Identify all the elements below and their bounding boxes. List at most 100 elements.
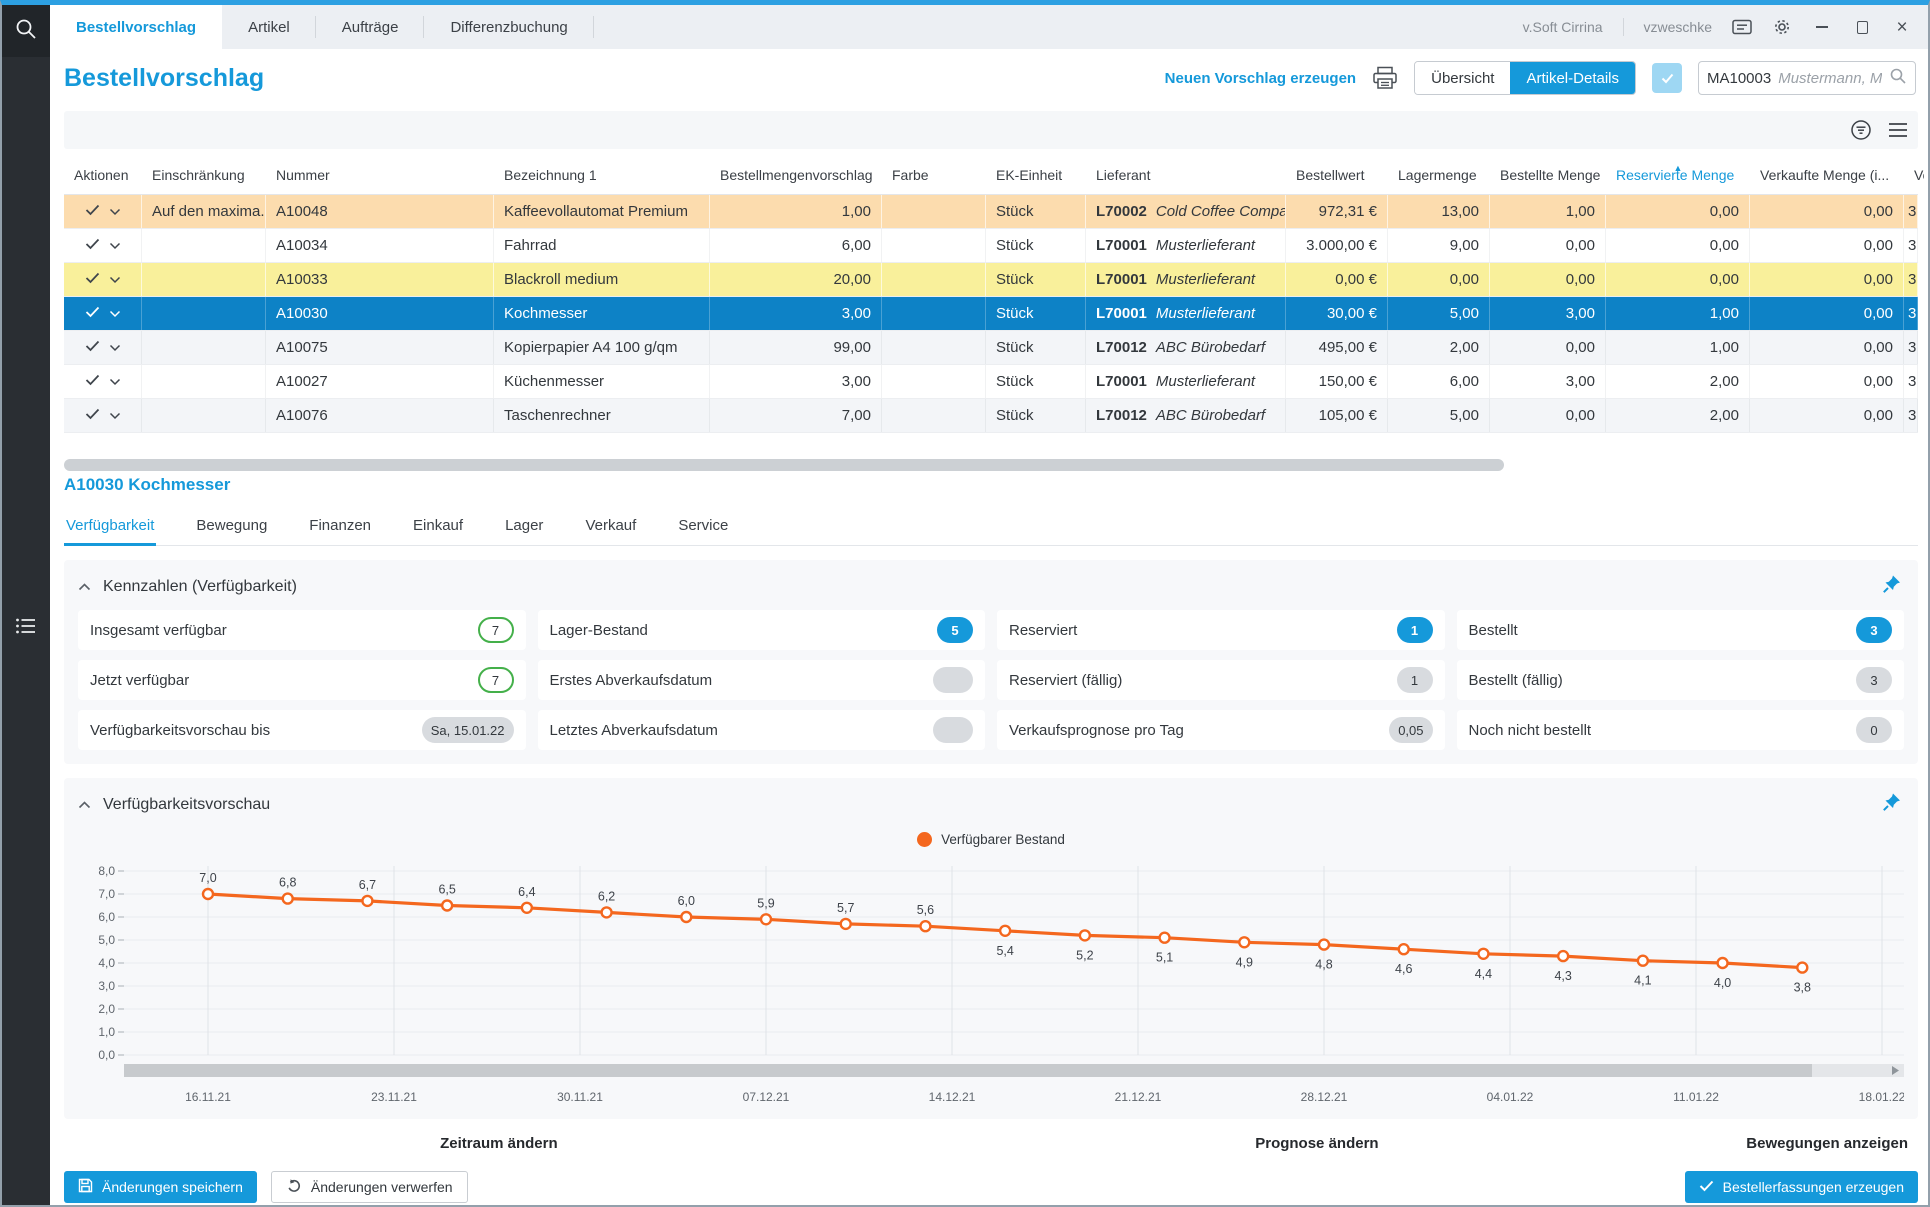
column-header-10[interactable]: Lagermenge	[1388, 167, 1490, 183]
column-header-7[interactable]: EK-Einheit	[986, 167, 1086, 183]
row-accept-icon[interactable]	[85, 237, 100, 254]
table-row-A10030[interactable]: A10030Kochmesser3,00StückL70001Musterlie…	[64, 297, 1918, 331]
prognose-aendern-button[interactable]: Prognose ändern	[1255, 1135, 1378, 1152]
cell: L70001Musterlieferant	[1086, 365, 1286, 398]
detail-tab-verkauf[interactable]: Verkauf	[583, 509, 638, 545]
row-accept-icon[interactable]	[85, 271, 100, 288]
row-expand-icon[interactable]	[109, 305, 121, 322]
row-accept-icon[interactable]	[85, 373, 100, 390]
availability-forecast-chart: 0,01,02,03,04,05,06,07,08,016.11.2123.11…	[78, 855, 1904, 1105]
detail-tab-lager[interactable]: Lager	[503, 509, 545, 545]
column-header-2[interactable]: Einschränkung	[142, 167, 266, 183]
detail-link-checkbox[interactable]	[1652, 63, 1682, 93]
filter-builder-icon[interactable]	[1850, 119, 1872, 141]
tab-differenzbuchung[interactable]: Differenzbuchung	[424, 5, 593, 49]
collapse-chevron-icon[interactable]	[78, 801, 91, 809]
table-row-A10034[interactable]: A10034Fahrrad6,00StückL70001Musterliefer…	[64, 229, 1918, 263]
new-proposal-link[interactable]: Neuen Vorschlag erzeugen	[1165, 70, 1356, 87]
vorschau-card: Verfügbarkeitsvorschau Verfügbarer Besta…	[64, 778, 1918, 1119]
chat-icon[interactable]	[1732, 17, 1752, 37]
stat-label: Jetzt verfügbar	[90, 672, 189, 689]
row-accept-icon[interactable]	[85, 305, 100, 322]
cell	[142, 365, 266, 398]
stat-label: Noch nicht bestellt	[1469, 722, 1592, 739]
discard-changes-button[interactable]: Änderungen verwerfen	[271, 1171, 468, 1203]
table-row-A10033[interactable]: A10033Blackroll medium20,00StückL70001Mu…	[64, 263, 1918, 297]
column-chooser-icon[interactable]	[1888, 122, 1908, 138]
table-row-A10027[interactable]: A10027Küchenmesser3,00StückL70001Musterl…	[64, 365, 1918, 399]
stat-value-badge: 7	[478, 667, 514, 693]
row-expand-icon[interactable]	[109, 407, 121, 424]
tab-bestellvorschlag[interactable]: Bestellvorschlag	[50, 5, 222, 49]
save-icon	[78, 1178, 93, 1196]
cell: 972,31 €	[1286, 195, 1388, 228]
column-header-11[interactable]: Bestellte Menge	[1490, 167, 1606, 183]
column-header-12[interactable]: Reservierte Menge▲	[1606, 167, 1750, 183]
cell: 0,00	[1750, 297, 1904, 330]
detail-tab-einkauf[interactable]: Einkauf	[411, 509, 465, 545]
settings-gear-icon[interactable]	[1772, 17, 1792, 37]
collapse-chevron-icon[interactable]	[78, 583, 91, 591]
column-header-1[interactable]: Aktionen	[64, 167, 142, 183]
scrollbar-thumb[interactable]	[64, 459, 1504, 471]
column-header-6[interactable]: Farbe	[882, 167, 986, 183]
bewegungen-anzeigen-button[interactable]: Bewegungen anzeigen	[1746, 1135, 1908, 1152]
row-expand-icon[interactable]	[109, 271, 121, 288]
svg-text:6,0: 6,0	[678, 894, 695, 908]
column-header-9[interactable]: Bestellwert	[1286, 167, 1388, 183]
pin-icon[interactable]	[1882, 792, 1902, 817]
detail-title: A10030 Kochmesser	[64, 475, 1918, 495]
employee-search-input[interactable]: MA10003 Mustermann, Max	[1698, 61, 1916, 95]
main-column: BestellvorschlagArtikelAufträgeDifferenz…	[50, 5, 1928, 1205]
zeitraum-aendern-button[interactable]: Zeitraum ändern	[440, 1135, 558, 1152]
search-icon[interactable]	[1889, 67, 1907, 89]
table-row-A10048[interactable]: Auf den maxima...A10048Kaffeevollautomat…	[64, 195, 1918, 229]
row-expand-icon[interactable]	[109, 373, 121, 390]
legend-label: Verfügbarer Bestand	[941, 832, 1065, 847]
detail-tab-verfügbarkeit[interactable]: Verfügbarkeit	[64, 509, 156, 545]
column-header-4[interactable]: Bezeichnung 1	[494, 167, 710, 183]
row-accept-icon[interactable]	[85, 339, 100, 356]
table-row-A10075[interactable]: A10075Kopierpapier A4 100 g/qm99,00Stück…	[64, 331, 1918, 365]
minimize-button[interactable]	[1812, 17, 1832, 37]
check-icon	[1699, 1179, 1714, 1195]
detail-tab-finanzen[interactable]: Finanzen	[307, 509, 373, 545]
close-button[interactable]: ×	[1892, 17, 1912, 37]
row-expand-icon[interactable]	[109, 339, 121, 356]
tab-artikel[interactable]: Artikel	[222, 5, 316, 49]
cell: 150,00 €	[1286, 365, 1388, 398]
stat-row: Jetzt verfügbar 7	[78, 660, 526, 700]
column-header-14[interactable]: Vo	[1904, 167, 1924, 183]
rail-list-button[interactable]	[2, 617, 50, 640]
cell: 20,00	[710, 263, 882, 296]
table-row-A10076[interactable]: A10076Taschenrechner7,00StückL70012ABC B…	[64, 399, 1918, 433]
column-header-5[interactable]: Bestellmengenvorschlag	[710, 167, 882, 183]
row-expand-icon[interactable]	[109, 203, 121, 220]
undo-icon	[286, 1178, 302, 1197]
tab-aufträge[interactable]: Aufträge	[316, 5, 425, 49]
cell: 0,00	[1750, 263, 1904, 296]
column-header-8[interactable]: Lieferant	[1086, 167, 1286, 183]
cell	[64, 263, 142, 296]
row-expand-icon[interactable]	[109, 237, 121, 254]
view-toggle-artikel-details[interactable]: Artikel-Details	[1510, 62, 1635, 94]
print-icon[interactable]	[1372, 66, 1398, 90]
pin-icon[interactable]	[1882, 574, 1902, 599]
maximize-button[interactable]	[1852, 17, 1872, 37]
create-orders-button[interactable]: Bestellerfassungen erzeugen	[1685, 1171, 1918, 1203]
global-search-button[interactable]	[2, 5, 50, 57]
stat-value-badge: Sa, 15.01.22	[422, 717, 514, 743]
column-header-3[interactable]: Nummer	[266, 167, 494, 183]
row-accept-icon[interactable]	[85, 203, 100, 220]
cell: A10030	[266, 297, 494, 330]
detail-tab-bewegung[interactable]: Bewegung	[194, 509, 269, 545]
svg-text:4,3: 4,3	[1554, 969, 1571, 983]
detail-tab-service[interactable]: Service	[676, 509, 730, 545]
row-accept-icon[interactable]	[85, 407, 100, 424]
cell: 0,00	[1490, 399, 1606, 432]
order-proposal-table: AktionenEinschränkungNummerBezeichnung 1…	[64, 155, 1918, 433]
save-changes-button[interactable]: Änderungen speichern	[64, 1171, 257, 1203]
column-header-13[interactable]: Verkaufte Menge (i...	[1750, 167, 1904, 183]
view-toggle-uebersicht[interactable]: Übersicht	[1415, 62, 1510, 94]
cell: A10027	[266, 365, 494, 398]
